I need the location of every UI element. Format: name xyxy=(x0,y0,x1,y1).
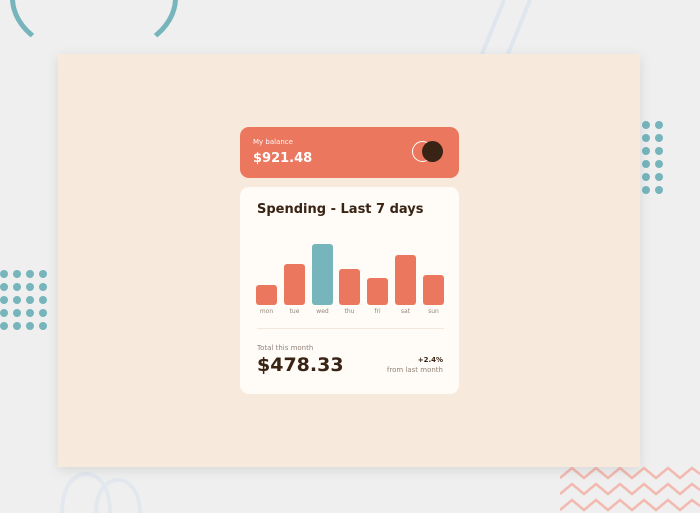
change-label: from last month xyxy=(386,366,443,374)
bar-wed[interactable] xyxy=(312,244,333,305)
decorative-ghost-shape xyxy=(60,471,142,513)
day-label-tue: tue xyxy=(289,308,300,315)
day-label-wed: wed xyxy=(316,308,329,315)
decorative-dots-right xyxy=(642,121,663,194)
bar-sat[interactable] xyxy=(395,255,416,305)
balance-amount: $921.48 xyxy=(253,151,313,166)
day-label-sat: sat xyxy=(400,308,411,315)
bar-thu[interactable] xyxy=(339,269,360,305)
decorative-arc xyxy=(10,0,178,58)
spending-card: Spending - Last 7 days mon tue wed thu fri sa… xyxy=(240,187,459,394)
day-label-fri: fri xyxy=(374,308,381,315)
day-label-thu: thu xyxy=(344,308,355,315)
two-circles-logo-icon xyxy=(412,140,444,164)
decorative-dots-left xyxy=(0,270,47,330)
bar-mon[interactable] xyxy=(256,285,277,305)
day-label-sun: sun xyxy=(428,308,439,315)
decorative-zigzag xyxy=(560,466,700,512)
divider xyxy=(257,328,444,329)
bar-tue[interactable] xyxy=(284,264,305,305)
day-label-mon: mon xyxy=(259,308,274,315)
decorative-stripes xyxy=(480,0,532,54)
total-value: $478.33 xyxy=(257,354,344,376)
bar-sun[interactable] xyxy=(423,275,444,305)
balance-card: My balance $921.48 xyxy=(240,127,459,178)
bar-fri[interactable] xyxy=(367,278,388,305)
total-label: Total this month xyxy=(257,344,314,352)
balance-label: My balance xyxy=(253,138,293,146)
change-percentage: +2.4% xyxy=(417,356,443,364)
